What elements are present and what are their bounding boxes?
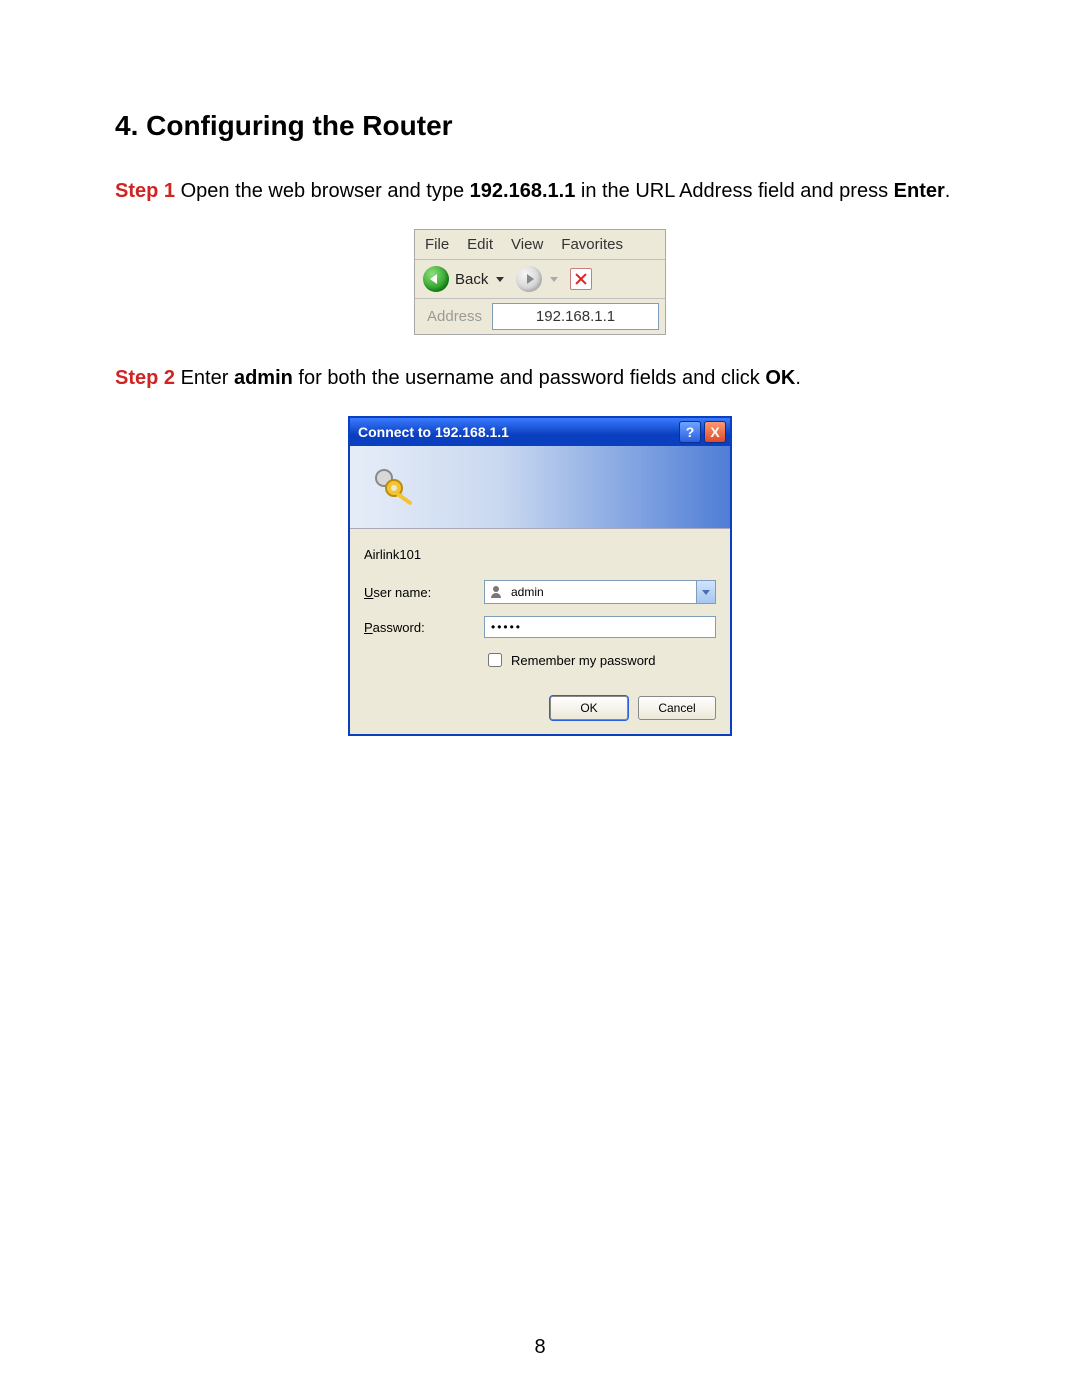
- menu-favorites[interactable]: Favorites: [561, 236, 623, 253]
- address-input[interactable]: 192.168.1.1: [492, 303, 659, 330]
- username-row: User name:: [364, 580, 716, 604]
- menu-view[interactable]: View: [511, 236, 543, 253]
- menu-file[interactable]: File: [425, 236, 449, 253]
- step-2-part-a: Enter: [175, 367, 234, 389]
- password-row: Password:: [364, 616, 716, 638]
- back-button-label[interactable]: Back: [455, 271, 488, 288]
- dialog-titlebar: Connect to 192.168.1.1 ? X: [350, 418, 730, 446]
- step-2-period: .: [795, 367, 801, 389]
- step-2-label: Step 2: [115, 367, 175, 389]
- back-icon[interactable]: [423, 266, 449, 292]
- address-bar-row: Address 192.168.1.1: [415, 299, 665, 334]
- close-icon[interactable]: X: [704, 421, 726, 443]
- section-title: 4. Configuring the Router: [115, 110, 965, 142]
- remember-label: Remember my password: [511, 653, 656, 668]
- auth-dialog-figure: Connect to 192.168.1.1 ? X Airlink101 Us…: [348, 416, 732, 736]
- step-1-part-b: in the URL Address field and press: [575, 180, 893, 202]
- stop-icon[interactable]: [570, 268, 592, 290]
- dialog-button-row: OK Cancel: [364, 696, 716, 720]
- titlebar-buttons: ? X: [679, 421, 726, 443]
- dialog-body: Airlink101 User name: Password: Remember…: [350, 529, 730, 734]
- person-icon: [485, 581, 507, 603]
- step-2-text: Step 2 Enter admin for both the username…: [115, 365, 965, 392]
- browser-toolbar-figure: File Edit View Favorites Back Address 19…: [414, 229, 666, 335]
- keys-icon: [368, 462, 420, 514]
- forward-icon[interactable]: [516, 266, 542, 292]
- dialog-realm: Airlink101: [364, 547, 716, 562]
- password-input[interactable]: [484, 616, 716, 638]
- step-1-enter: Enter: [894, 180, 945, 202]
- username-input[interactable]: [507, 581, 696, 603]
- step-1-label: Step 1: [115, 180, 175, 202]
- dialog-title: Connect to 192.168.1.1: [358, 424, 509, 440]
- address-label: Address: [421, 306, 488, 327]
- ok-button[interactable]: OK: [550, 696, 628, 720]
- page-number: 8: [0, 1336, 1080, 1359]
- menu-edit[interactable]: Edit: [467, 236, 493, 253]
- browser-menu-bar: File Edit View Favorites: [415, 230, 665, 260]
- password-label: Password:: [364, 620, 484, 635]
- dialog-banner: [350, 446, 730, 529]
- step-1-ip: 192.168.1.1: [470, 180, 576, 202]
- username-field[interactable]: [484, 580, 716, 604]
- remember-checkbox[interactable]: [488, 653, 502, 667]
- cancel-button[interactable]: Cancel: [638, 696, 716, 720]
- step-1-period: .: [945, 180, 951, 202]
- username-label: User name:: [364, 585, 484, 600]
- step-2-admin: admin: [234, 367, 293, 389]
- browser-nav-row: Back: [415, 260, 665, 299]
- step-1-part-a: Open the web browser and type: [175, 180, 470, 202]
- forward-dropdown-icon[interactable]: [550, 277, 558, 282]
- step-2-part-b: for both the username and password field…: [293, 367, 765, 389]
- username-dropdown-icon[interactable]: [696, 581, 715, 603]
- step-2-ok: OK: [765, 367, 795, 389]
- step-1-text: Step 1 Open the web browser and type 192…: [115, 178, 965, 205]
- back-dropdown-icon[interactable]: [496, 277, 504, 282]
- remember-row: Remember my password: [484, 650, 716, 670]
- document-page: 4. Configuring the Router Step 1 Open th…: [0, 0, 1080, 1397]
- help-icon[interactable]: ?: [679, 421, 701, 443]
